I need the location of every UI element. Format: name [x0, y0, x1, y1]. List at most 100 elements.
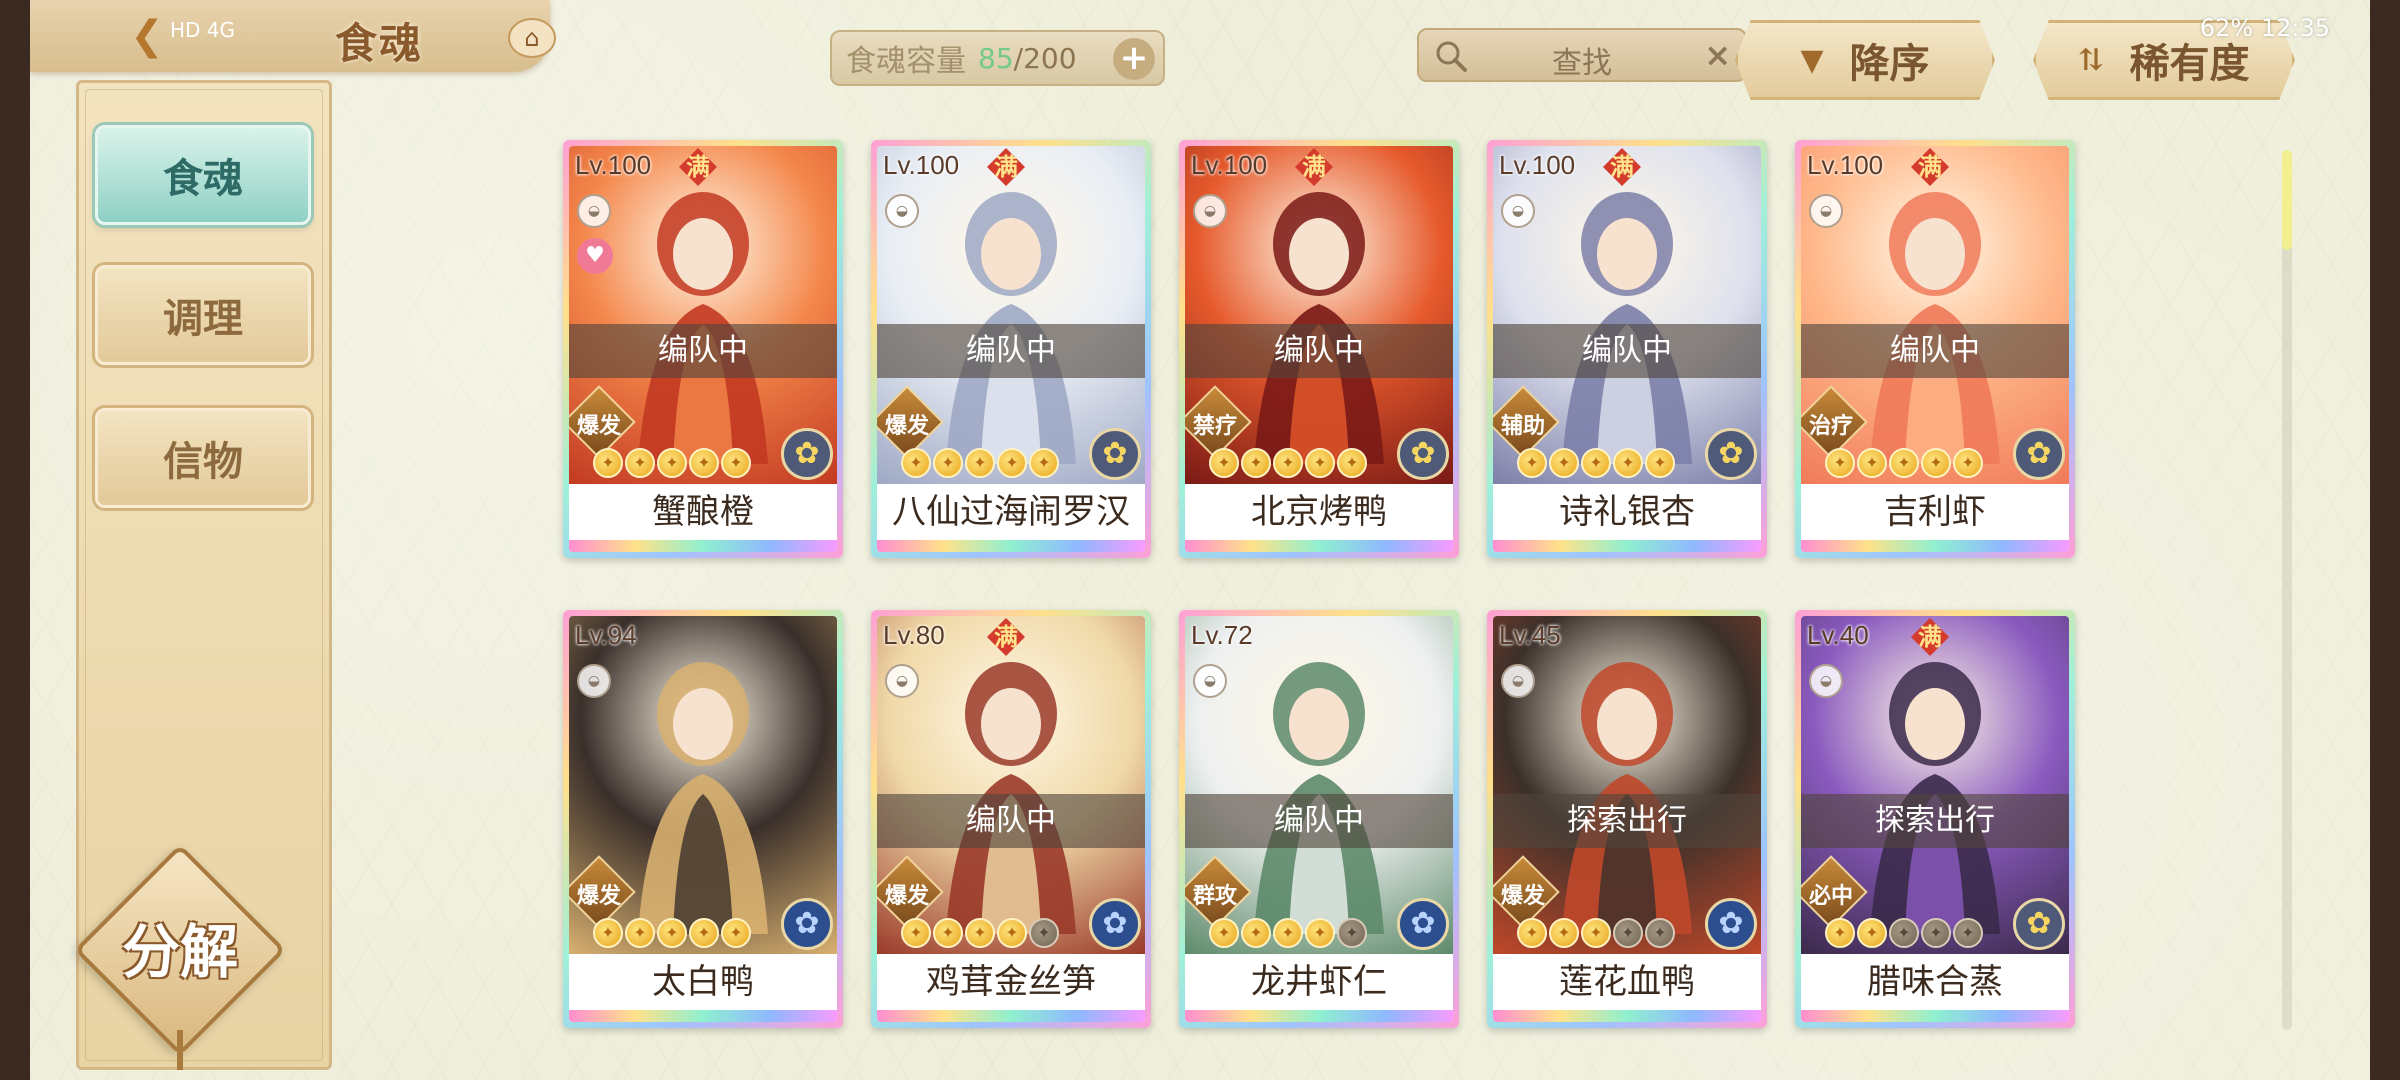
dish-icon: ◒ [577, 664, 611, 698]
food-soul-card[interactable]: Lv.40 满 ◒ 探索出行 必中 ✦ ✦ ✦ ✦ ✦ ✿ 腊味合蒸 [1795, 610, 2075, 1028]
star-icon: ✦ [1517, 918, 1547, 948]
rarity-shimmer [1801, 540, 2069, 552]
food-soul-name: 太白鸭 [569, 954, 837, 1010]
rarity-shimmer [877, 1010, 1145, 1022]
food-soul-name: 莲花血鸭 [1493, 954, 1761, 1010]
dish-icon: ◒ [1501, 194, 1535, 228]
food-soul-card[interactable]: Lv.100 满 ◒ 编队中 治疗 ✦ ✦ ✦ ✦ ✦ ✿ 吉利虾 [1795, 140, 2075, 558]
star-icon: ✦ [1953, 448, 1983, 478]
scrollbar[interactable] [2282, 150, 2292, 1030]
card-body: Lv.45 ◒ 探索出行 爆发 ✦ ✦ ✦ ✦ ✦ ✿ 莲花血鸭 [1493, 616, 1761, 1022]
star-icon: ✦ [933, 918, 963, 948]
menu-item-label: 信物 [163, 438, 243, 485]
level-label: Lv.100 [1191, 150, 1268, 180]
star-icon: ✦ [1581, 448, 1611, 478]
food-soul-card[interactable]: Lv.80 满 ◒ 编队中 爆发 ✦ ✦ ✦ ✦ ✦ ✿ 鸡茸金丝笋 [871, 610, 1151, 1028]
element-icon: ✿ [1089, 428, 1141, 480]
character-silhouette [638, 192, 768, 464]
food-soul-card[interactable]: Lv.45 ◒ 探索出行 爆发 ✦ ✦ ✦ ✦ ✦ ✿ 莲花血鸭 [1487, 610, 1767, 1028]
game-screen: ❮ HD 4G 食魂 ⌂ 食魂容量 85 / 200 + 查找 × ▼ 降序 ⇅… [30, 0, 2370, 1080]
food-soul-name: 八仙过海闹罗汉 [877, 484, 1145, 540]
star-icon: ✦ [1857, 448, 1887, 478]
sort-order-button[interactable]: ▼ 降序 [1735, 20, 1995, 100]
food-soul-name: 蟹酿橙 [569, 484, 837, 540]
pavilion-icon[interactable]: ⌂ [508, 18, 556, 58]
star-icon: ✦ [1337, 448, 1367, 478]
role-label: 治疗 [1808, 414, 1853, 439]
food-soul-name: 鸡茸金丝笋 [877, 954, 1145, 1010]
clear-search-icon[interactable]: × [1704, 36, 1731, 74]
food-soul-card[interactable]: Lv.100 满 ◒ 编队中 辅助 ✦ ✦ ✦ ✦ ✦ ✿ 诗礼银杏 [1487, 140, 1767, 558]
level-label: Lv.45 [1499, 620, 1561, 650]
dish-icon: ◒ [1809, 194, 1843, 228]
star-icon: ✦ [901, 448, 931, 478]
food-soul-card[interactable]: Lv.100 满 ◒ 编队中 禁疗 ✦ ✦ ✦ ✦ ✦ ✿ 北京烤鸭 [1179, 140, 1459, 558]
card-body: Lv.100 满 ◒ 编队中 禁疗 ✦ ✦ ✦ ✦ ✦ ✿ 北京烤鸭 [1185, 146, 1453, 552]
back-arrow-icon[interactable]: ❮ [125, 14, 169, 58]
menu-item-conditioning[interactable]: 调理 [95, 265, 311, 365]
capacity-current: 85 [978, 41, 1014, 75]
star-icon: ✦ [965, 448, 995, 478]
capacity-separator: / [1013, 41, 1024, 75]
star-icon: ✦ [1029, 448, 1059, 478]
card-body: Lv.40 满 ◒ 探索出行 必中 ✦ ✦ ✦ ✦ ✦ ✿ 腊味合蒸 [1801, 616, 2069, 1022]
star-icon: ✦ [1209, 918, 1239, 948]
scrollbar-thumb[interactable] [2282, 150, 2292, 250]
rarity-shimmer [1185, 540, 1453, 552]
card-body: Lv.72 ◒ 编队中 群攻 ✦ ✦ ✦ ✦ ✦ ✿ 龙井虾仁 [1185, 616, 1453, 1022]
food-soul-card[interactable]: Lv.100 满 ◒ 编队中 爆发 ✦ ✦ ✦ ✦ ✦ ✿ 八仙过海闹罗汉 [871, 140, 1151, 558]
star-icon: ✦ [1549, 448, 1579, 478]
status-label: 编队中 [1185, 794, 1453, 848]
star-rating: ✦ ✦ ✦ ✦ ✦ [1209, 448, 1367, 478]
star-icon: ✦ [1645, 918, 1675, 948]
search-box[interactable]: 查找 × [1417, 28, 1747, 82]
star-icon: ✦ [1889, 918, 1919, 948]
dish-icon: ◒ [1193, 664, 1227, 698]
star-icon: ✦ [1921, 448, 1951, 478]
character-silhouette [946, 662, 1076, 934]
food-soul-card[interactable]: Lv.100 满 ◒ ♥ 编队中 爆发 ✦ ✦ ✦ ✦ ✦ ✿ 蟹酿橙 [563, 140, 843, 558]
food-soul-card[interactable]: Lv.94 ◒ 爆发 ✦ ✦ ✦ ✦ ✦ ✿ 太白鸭 [563, 610, 843, 1028]
menu-item-tokens[interactable]: 信物 [95, 408, 311, 508]
element-icon: ✿ [2013, 898, 2065, 950]
decompose-label[interactable]: 分解 [105, 905, 255, 989]
food-soul-name: 吉利虾 [1801, 484, 2069, 540]
element-icon: ✿ [2013, 428, 2065, 480]
dish-icon: ◒ [1809, 664, 1843, 698]
card-body: Lv.100 满 ◒ ♥ 编队中 爆发 ✦ ✦ ✦ ✦ ✦ ✿ 蟹酿橙 [569, 146, 837, 552]
star-icon: ✦ [1305, 918, 1335, 948]
level-label: Lv.72 [1191, 620, 1253, 650]
level-label: Lv.100 [575, 150, 652, 180]
star-icon: ✦ [1825, 918, 1855, 948]
star-rating: ✦ ✦ ✦ ✦ ✦ [1209, 918, 1367, 948]
food-soul-name: 北京烤鸭 [1185, 484, 1453, 540]
star-icon: ✦ [657, 918, 687, 948]
star-icon: ✦ [1857, 918, 1887, 948]
dish-icon: ◒ [1501, 664, 1535, 698]
character-silhouette [1870, 662, 2000, 934]
dish-icon: ◒ [885, 664, 919, 698]
star-icon: ✦ [1337, 918, 1367, 948]
rarity-shimmer [569, 1010, 837, 1022]
status-left: HD 4G [170, 18, 236, 42]
role-label: 爆发 [576, 414, 621, 439]
add-capacity-button[interactable]: + [1113, 38, 1155, 80]
star-icon: ✦ [1549, 918, 1579, 948]
card-body: Lv.94 ◒ 爆发 ✦ ✦ ✦ ✦ ✦ ✿ 太白鸭 [569, 616, 837, 1022]
food-soul-card[interactable]: Lv.72 ◒ 编队中 群攻 ✦ ✦ ✦ ✦ ✦ ✿ 龙井虾仁 [1179, 610, 1459, 1028]
character-silhouette [1254, 662, 1384, 934]
element-icon: ✿ [781, 428, 833, 480]
sort-order-label: 降序 [1849, 40, 1930, 87]
role-label: 群攻 [1192, 884, 1237, 909]
dish-icon: ◒ [577, 194, 611, 228]
character-silhouette [638, 662, 768, 934]
level-label: Lv.100 [883, 150, 960, 180]
star-rating: ✦ ✦ ✦ ✦ ✦ [593, 448, 751, 478]
star-rating: ✦ ✦ ✦ ✦ ✦ [593, 918, 751, 948]
character-silhouette [946, 192, 1076, 464]
star-icon: ✦ [1517, 448, 1547, 478]
star-icon: ✦ [593, 918, 623, 948]
element-icon: ✿ [1397, 428, 1449, 480]
menu-item-food-souls[interactable]: 食魂 [95, 125, 311, 225]
star-icon: ✦ [933, 448, 963, 478]
